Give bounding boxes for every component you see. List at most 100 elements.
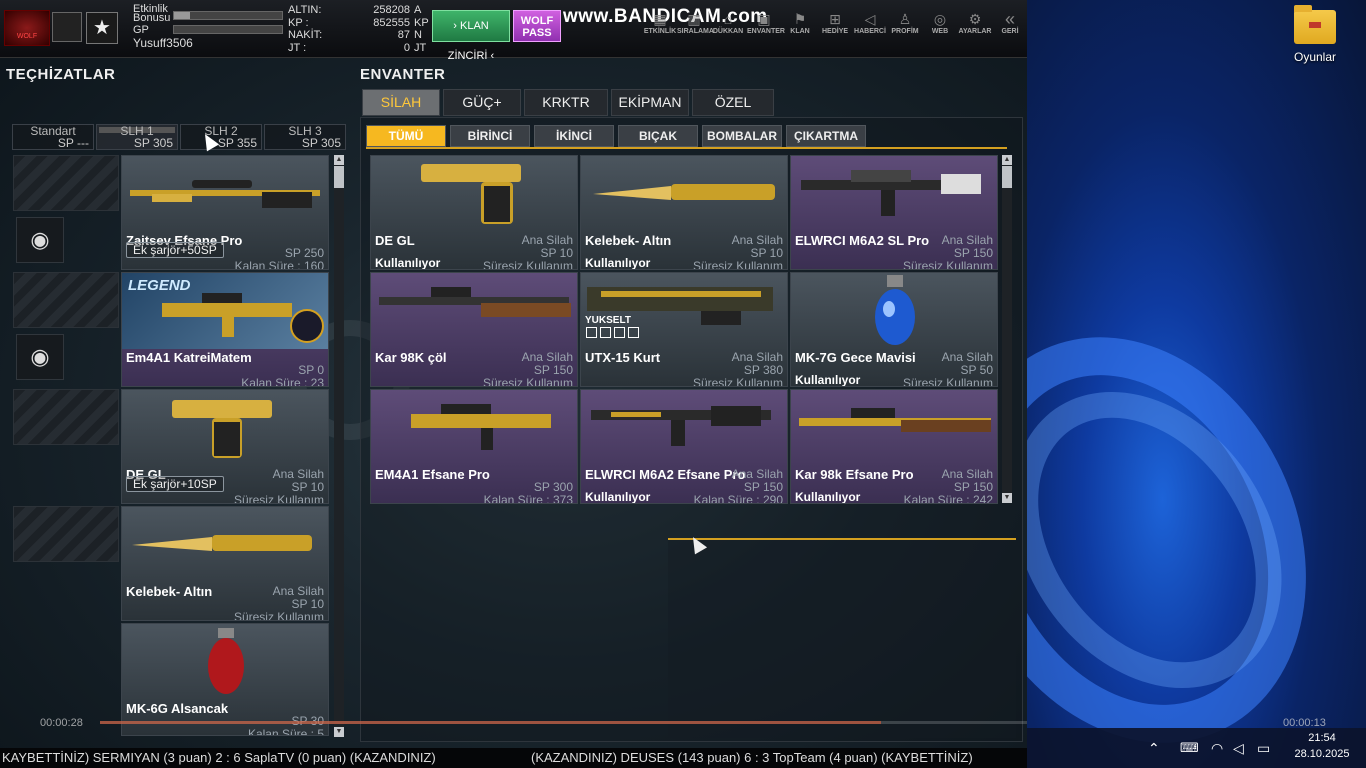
empty-gear-slot[interactable]	[13, 155, 119, 211]
subtab-bombalar[interactable]: BOMBALAR	[702, 125, 782, 147]
keyboard-icon[interactable]: ⌨	[1180, 740, 1199, 756]
nav-siralama[interactable]: ▥ SIRALAMA	[677, 10, 714, 35]
equipped-item-card[interactable]: DE GL Ana Silah Ek şarjör+10SP SP 10 Sür…	[121, 389, 329, 504]
subtab-cikartma[interactable]: ÇIKARTMA	[786, 125, 866, 147]
empty-gear-slot[interactable]	[13, 389, 119, 445]
nav-dukkan[interactable]: ⌂ DÜKKAN	[711, 10, 745, 35]
scroll-up-arrow[interactable]: ▲	[334, 155, 344, 165]
video-total-time: 00:00:13	[1283, 717, 1326, 729]
inventory-item-card[interactable]: EM4A1 Efsane Pro SP 300 Kalan Süre : 373	[370, 389, 578, 504]
gift-icon: ⊞	[829, 11, 841, 27]
in-use-label: Kullanılıyor	[585, 256, 651, 270]
chevron-up-icon[interactable]: ⌃	[1148, 740, 1160, 757]
inventory-item-card[interactable]: Kelebek- Altın Ana Silah SP 10 Kullanılı…	[580, 155, 788, 270]
inventory-item-card[interactable]: ELWRCI M6A2 SL Pro Ana Silah SP 150 Süre…	[790, 155, 998, 270]
subtab-bicak[interactable]: BIÇAK	[618, 125, 698, 147]
equipped-item-card[interactable]: Zaitsev Efsane Pro Ek şarjör+50SP SP 250…	[121, 155, 329, 270]
assault-rifle-icon	[371, 390, 577, 466]
desktop-wallpaper	[1027, 0, 1366, 768]
desktop-folder-oyunlar[interactable]: Oyunlar	[1283, 5, 1347, 64]
nav-envanter[interactable]: ▣ ENVANTER	[747, 10, 785, 35]
clan-chain-button[interactable]: › KLAN ZİNCİRİ ‹	[432, 10, 510, 62]
inventory-item-card[interactable]: DE GL Ana Silah SP 10 Kullanılıyor Süres…	[370, 155, 578, 270]
inventory-item-card[interactable]: YUKSELT UTX-15 Kurt Ana Silah SP 380 Sür…	[580, 272, 788, 387]
ticker-text-right: (KAZANDINIZ) DEUSES (143 puan) 6 : 3 Top…	[531, 750, 973, 765]
tray-clock[interactable]: 21:54 28.10.2025	[1290, 730, 1354, 762]
empty-gear-slot[interactable]	[13, 506, 119, 562]
equipment-scrollbar[interactable]	[334, 155, 344, 735]
inventory-item-card[interactable]: MK-7G Gece Mavisi Ana Silah SP 50 Kullan…	[790, 272, 998, 387]
nav-klan[interactable]: ⚑ KLAN	[783, 10, 817, 35]
scroll-down-arrow[interactable]: ▼	[1002, 493, 1012, 503]
video-progress-bar[interactable]	[100, 721, 1027, 724]
profile-icon: ♙	[898, 11, 912, 27]
slot-tab-slh2[interactable]: SLH 2 SP 355	[180, 124, 262, 150]
grenade-icon	[122, 624, 328, 700]
sniper-rifle-icon	[371, 273, 577, 349]
equipped-item-card[interactable]: LEGEND Em4A1 KatreiMatem SP 0 Kalan Süre…	[121, 272, 329, 387]
slot-tab-standart[interactable]: Standart SP ---	[12, 124, 94, 150]
scroll-down-arrow[interactable]: ▼	[334, 727, 344, 737]
wolf-pass-button[interactable]: WOLF PASS	[513, 10, 561, 42]
game-logo: WOLF	[4, 10, 50, 46]
battery-icon[interactable]: ▭	[1257, 740, 1270, 757]
tab-silah[interactable]: SİLAH	[362, 89, 440, 116]
globe-icon: ◎	[933, 11, 947, 27]
upgrade-slot	[600, 327, 611, 338]
currency-panel: ALTIN: 258208 A KP :852555 KP NAKİT: 87 N JT …	[288, 4, 429, 56]
scroll-up-arrow[interactable]: ▲	[1002, 155, 1012, 165]
extra-mag-badge: Ek şarjör+50SP	[126, 242, 224, 258]
currency-row-nakit: NAKİT: 87 N	[288, 29, 422, 41]
subtab-underline	[366, 147, 1007, 149]
ammo-icon[interactable]: ◉	[16, 217, 64, 263]
ticker-text-left: KAYBETTİNİZ) SERMIYAN (3 puan) 2 : 6 Sap…	[2, 750, 436, 765]
back-icon: «	[1004, 9, 1015, 29]
subtab-tumu[interactable]: TÜMÜ	[366, 125, 446, 147]
inventory-scrollbar[interactable]	[1002, 155, 1012, 503]
slot-tab-slh3[interactable]: SLH 3 SP 305	[264, 124, 346, 150]
pistol-icon	[122, 390, 328, 466]
inventory-item-card[interactable]: ELWRCI M6A2 Efsane Pro Ana Silah SP 150 …	[580, 389, 788, 504]
knife-icon	[581, 156, 787, 232]
username: Yusuff3506	[133, 36, 193, 50]
legend-badge: LEGEND	[128, 277, 191, 294]
inventory-item-card[interactable]: Kar 98k Efsane Pro Ana Silah SP 150 Kull…	[790, 389, 998, 504]
currency-row-kp: KP :852555 KP	[288, 16, 429, 29]
tab-ozel[interactable]: ÖZEL	[692, 89, 774, 116]
tab-ekipman[interactable]: EKİPMAN	[611, 89, 689, 116]
scroll-thumb[interactable]	[334, 166, 344, 188]
nav-haberci[interactable]: ◁ HABERCİ	[853, 10, 887, 35]
knife-icon	[122, 507, 328, 583]
tray-date: 28.10.2025	[1294, 748, 1350, 760]
ranking-icon: ▥	[687, 11, 701, 27]
sniper-rifle-icon	[122, 156, 328, 232]
rank-emblem	[52, 12, 82, 42]
extra-mag-badge: Ek şarjör+10SP	[126, 476, 224, 492]
in-use-label: Kullanılıyor	[375, 256, 441, 270]
item-detail-panel	[668, 538, 1016, 738]
scroll-thumb[interactable]	[1002, 166, 1012, 188]
inventory-item-card[interactable]: Kar 98K çöl Ana Silah SP 150 Süresiz Kul…	[370, 272, 578, 387]
nav-profim[interactable]: ♙ PROFİM	[888, 10, 922, 35]
equipped-item-card[interactable]: MK-6G Alsancak SP 30 Kalan Süre : 5	[121, 623, 329, 736]
nav-hediye[interactable]: ⊞ HEDİYE	[818, 10, 852, 35]
equipped-item-card[interactable]: Kelebek- Altın Ana Silah SP 10 Süresiz K…	[121, 506, 329, 621]
tab-krktr[interactable]: KRKTR	[524, 89, 608, 116]
star-icon[interactable]: ★	[86, 12, 118, 44]
subtab-birinci[interactable]: BİRİNCİ	[450, 125, 530, 147]
inventory-icon: ▣	[757, 11, 771, 27]
assault-rifle-icon	[791, 156, 997, 232]
slot-tab-slh1[interactable]: SLH 1 SP 305	[96, 124, 178, 150]
nav-web[interactable]: ◎ WEB	[923, 10, 957, 35]
subtab-ikinci[interactable]: İKİNCİ	[534, 125, 614, 147]
nav-ayarlar[interactable]: ⚙ AYARLAR	[958, 10, 992, 35]
wifi-icon[interactable]: ◠	[1211, 740, 1223, 757]
volume-icon[interactable]: ◁	[1233, 740, 1244, 757]
tab-guc[interactable]: GÜÇ+	[443, 89, 521, 116]
video-elapsed-time: 00:00:28	[40, 717, 83, 729]
nav-geri[interactable]: «GERİ	[993, 10, 1027, 35]
ammo-icon[interactable]: ◉	[16, 334, 64, 380]
upgrade-slot	[614, 327, 625, 338]
empty-gear-slot[interactable]	[13, 272, 119, 328]
nav-etkinlik[interactable]: ▦ ETKİNLİK	[643, 10, 677, 35]
